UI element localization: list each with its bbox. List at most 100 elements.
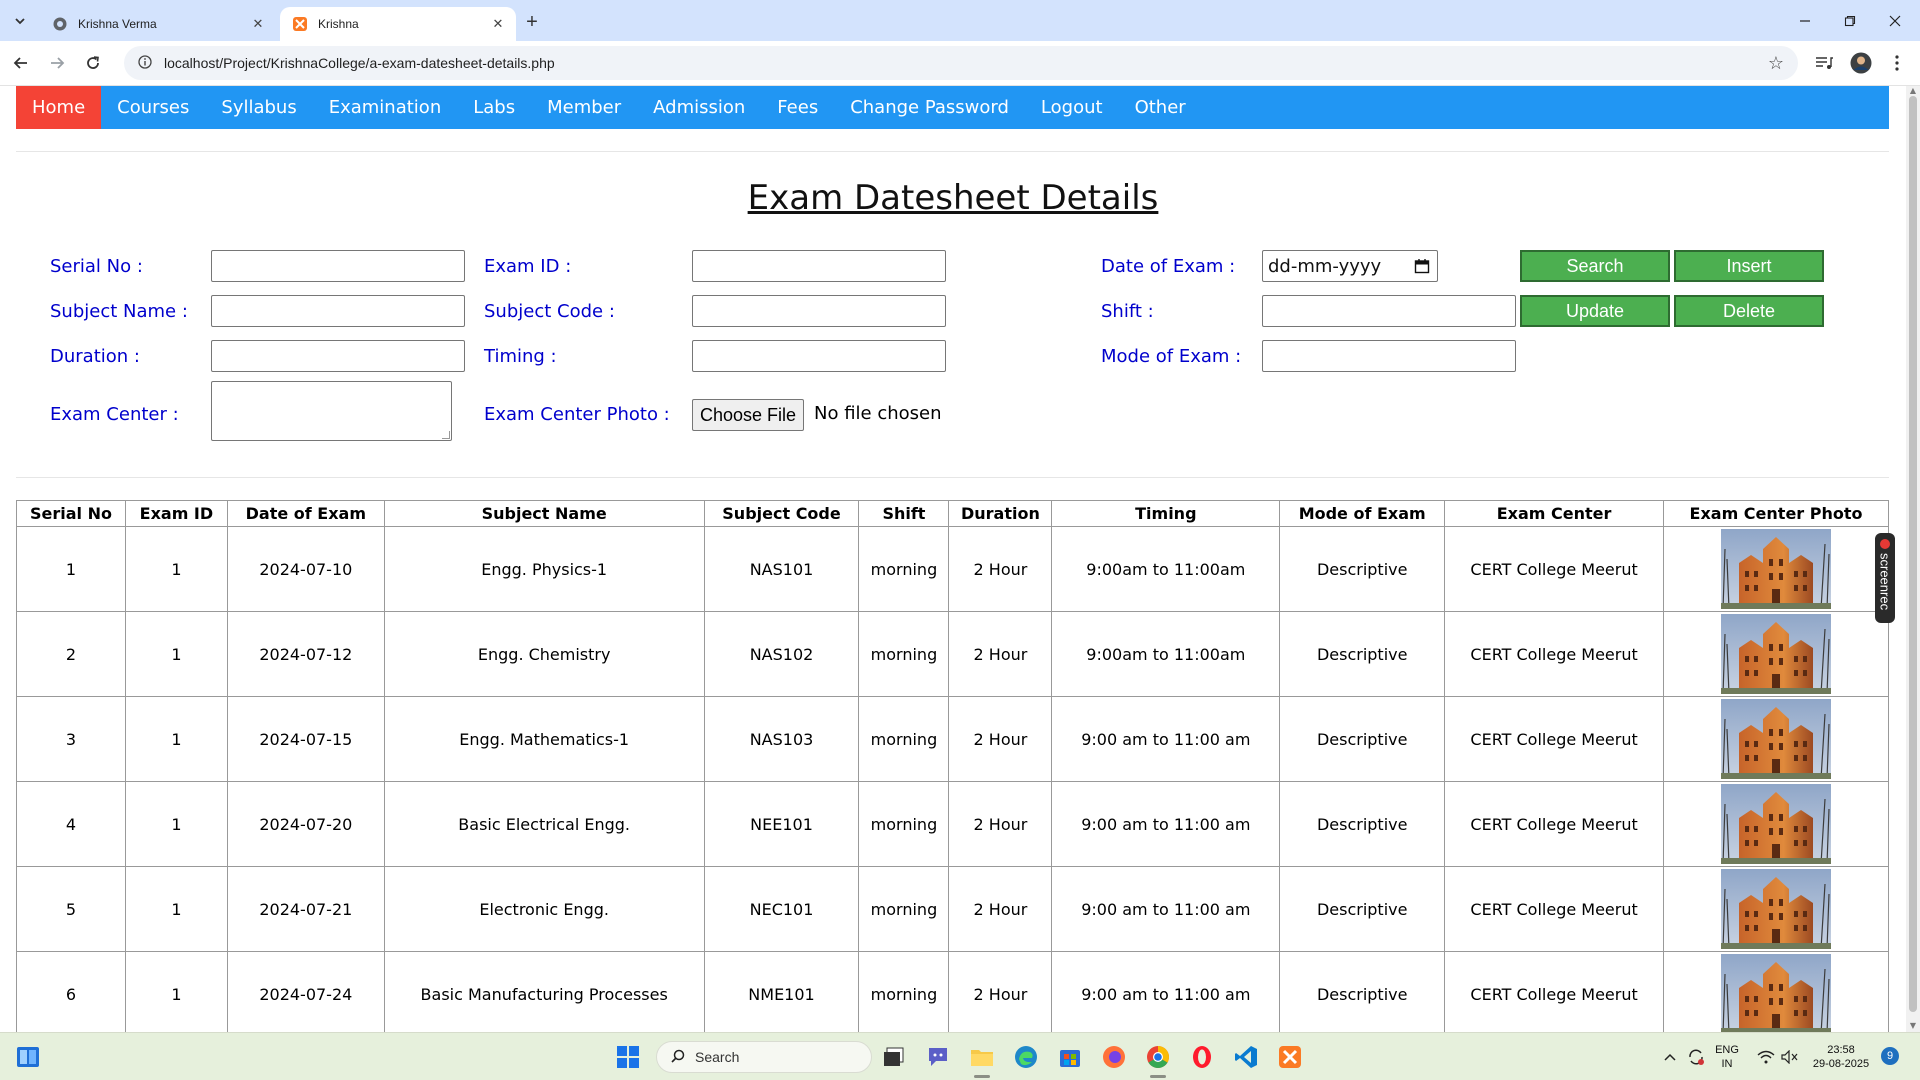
update-button[interactable]: Update: [1520, 295, 1670, 327]
nav-labs[interactable]: Labs: [457, 86, 531, 129]
widgets-icon[interactable]: [14, 1043, 42, 1071]
duration-cell: 2 Hour: [948, 866, 1053, 952]
subject-name-cell: Electronic Engg.: [383, 866, 705, 952]
nav-member[interactable]: Member: [531, 86, 637, 129]
mode-of-exam-cell: Descriptive: [1279, 866, 1446, 952]
exam-center-photo: [1721, 784, 1831, 864]
minimize-icon[interactable]: [1792, 8, 1818, 34]
page-scrollbar[interactable]: ▲ ▼: [1906, 86, 1920, 1032]
scrollbar-thumb[interactable]: [1909, 96, 1917, 1012]
duration-cell: 2 Hour: [948, 781, 1053, 867]
input-language[interactable]: ENG IN: [1712, 1043, 1742, 1071]
firefox-icon[interactable]: [1100, 1043, 1128, 1071]
close-window-icon[interactable]: [1882, 8, 1908, 34]
new-tab-plus-icon[interactable]: +: [520, 10, 544, 34]
resize-grip-icon[interactable]: [442, 431, 450, 439]
nav-syllabus[interactable]: Syllabus: [205, 86, 312, 129]
delete-button[interactable]: Delete: [1674, 295, 1824, 327]
profile-avatar[interactable]: [1849, 51, 1873, 75]
chrome-icon[interactable]: [1144, 1043, 1172, 1071]
timing-input[interactable]: [692, 340, 946, 372]
search-button[interactable]: Search: [1520, 250, 1670, 282]
taskbar-search-box[interactable]: Search: [656, 1041, 872, 1073]
back-arrow-icon[interactable]: [8, 50, 34, 76]
tab-krishna-verma[interactable]: Krishna Verma ✕: [40, 7, 276, 41]
exam-center-textarea[interactable]: [211, 381, 452, 441]
opera-icon[interactable]: [1188, 1043, 1216, 1071]
tab-search-chevron-icon[interactable]: [8, 9, 32, 33]
chat-icon[interactable]: [924, 1043, 952, 1071]
column-header: Exam Center Photo: [1663, 500, 1889, 527]
bookmark-star-icon[interactable]: ☆: [1768, 53, 1784, 74]
web-page: Home Courses Syllabus Examination Labs M…: [0, 86, 1906, 1032]
windows-start-icon[interactable]: [614, 1043, 642, 1071]
shift-input[interactable]: [1262, 295, 1516, 327]
subject-name-cell: Engg. Physics-1: [383, 526, 705, 612]
insert-button[interactable]: Insert: [1674, 250, 1824, 282]
exam-center-photo: [1721, 954, 1831, 1032]
exam-id-input[interactable]: [692, 250, 946, 282]
exam-center-photo-cell: [1663, 866, 1889, 952]
column-header: Timing: [1051, 500, 1281, 527]
reload-icon[interactable]: [80, 50, 106, 76]
calendar-icon[interactable]: [1414, 258, 1430, 274]
mode-of-exam-cell: Descriptive: [1279, 526, 1446, 612]
task-view-icon[interactable]: [880, 1043, 908, 1071]
nav-admission[interactable]: Admission: [637, 86, 761, 129]
forward-arrow-icon[interactable]: [44, 50, 70, 76]
mode-of-exam-cell: Descriptive: [1279, 696, 1446, 782]
choose-file-button[interactable]: Choose File: [692, 399, 805, 431]
duration-cell: 2 Hour: [948, 526, 1053, 612]
scroll-down-arrow-icon[interactable]: ▼: [1908, 1022, 1918, 1030]
mode-of-exam-cell: Descriptive: [1279, 951, 1446, 1032]
address-bar[interactable]: localhost/Project/KrishnaCollege/a-exam-…: [124, 46, 1798, 80]
sync-icon[interactable]: [1682, 1043, 1710, 1071]
subject-code-label: Subject Code :: [484, 301, 615, 322]
kebab-menu-icon[interactable]: [1885, 51, 1909, 75]
exam-id-cell: 1: [124, 781, 228, 867]
nav-change-password[interactable]: Change Password: [834, 86, 1025, 129]
vscode-icon[interactable]: [1232, 1043, 1260, 1071]
subject-name-cell: Basic Electrical Engg.: [383, 781, 705, 867]
site-info-icon[interactable]: [138, 54, 152, 73]
timing-cell: 9:00 am to 11:00 am: [1051, 866, 1281, 952]
scroll-up-arrow-icon[interactable]: ▲: [1908, 87, 1918, 95]
date-of-exam-input[interactable]: dd-mm-yyyy: [1262, 250, 1438, 282]
datesheet-table: Serial No Exam ID Date of Exam Subject N…: [16, 500, 1889, 1032]
exam-center-cell: CERT College Meerut: [1444, 526, 1665, 612]
search-placeholder: Search: [695, 1049, 740, 1065]
xampp-icon: [292, 16, 308, 32]
table-row: 1 1 2024-07-10 Engg. Physics-1 NAS101 morning…: [16, 526, 1889, 612]
file-explorer-icon[interactable]: [968, 1043, 996, 1071]
restore-icon[interactable]: [1837, 8, 1863, 34]
close-tab-icon[interactable]: ✕: [490, 16, 506, 32]
serial-no-cell: 4: [16, 781, 126, 867]
speaker-muted-icon[interactable]: [1776, 1043, 1804, 1071]
duration-label: Duration :: [50, 346, 140, 367]
media-controls-icon[interactable]: [1812, 51, 1836, 75]
microsoft-store-icon[interactable]: [1056, 1043, 1084, 1071]
close-tab-icon[interactable]: ✕: [250, 16, 266, 32]
nav-courses[interactable]: Courses: [101, 86, 205, 129]
nav-examination[interactable]: Examination: [313, 86, 458, 129]
screenrec-widget[interactable]: screenrec: [1875, 533, 1895, 623]
date-of-exam-cell: 2024-07-12: [226, 611, 385, 697]
subject-name-input[interactable]: [211, 295, 465, 327]
nav-fees[interactable]: Fees: [761, 86, 834, 129]
subject-code-input[interactable]: [692, 295, 946, 327]
duration-input[interactable]: [211, 340, 465, 372]
notification-badge[interactable]: 9: [1881, 1047, 1899, 1065]
serial-no-input[interactable]: [211, 250, 465, 282]
mode-of-exam-input[interactable]: [1262, 340, 1516, 372]
tab-krishna[interactable]: Krishna ✕: [280, 7, 516, 41]
serial-no-cell: 2: [16, 611, 126, 697]
clock[interactable]: 23:58 29-08-2025: [1806, 1043, 1876, 1071]
nav-logout[interactable]: Logout: [1025, 86, 1119, 129]
clock-date: 29-08-2025: [1812, 1058, 1870, 1070]
nav-home[interactable]: Home: [16, 86, 102, 129]
nav-other[interactable]: Other: [1119, 86, 1202, 129]
chevron-up-icon[interactable]: [1656, 1043, 1684, 1071]
browser-toolbar: localhost/Project/KrishnaCollege/a-exam-…: [0, 41, 1920, 86]
xampp-taskbar-icon[interactable]: [1276, 1043, 1304, 1071]
edge-icon[interactable]: [1012, 1043, 1040, 1071]
